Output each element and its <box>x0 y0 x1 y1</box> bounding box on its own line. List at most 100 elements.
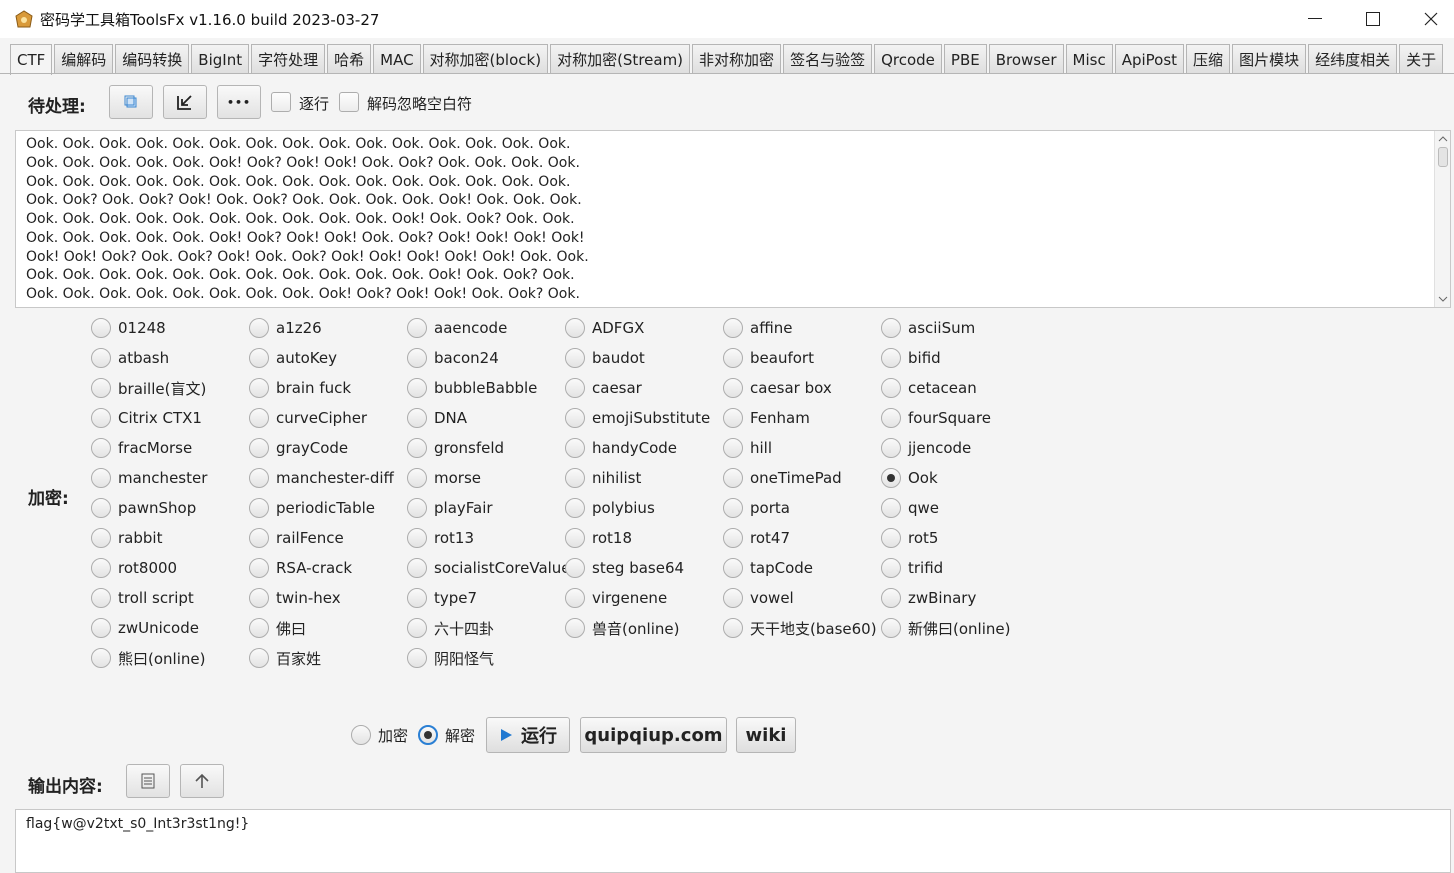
tab-symmetric-stream[interactable]: 对称加密(Stream) <box>550 44 691 74</box>
algorithm-option[interactable]: 佛曰 <box>249 617 306 639</box>
algorithm-option[interactable]: manchester-diff <box>249 467 394 489</box>
algorithm-option[interactable]: Fenham <box>723 407 810 429</box>
algorithm-radio[interactable] <box>407 348 427 368</box>
algorithm-radio[interactable] <box>407 648 427 668</box>
algorithm-radio[interactable] <box>249 618 269 638</box>
algorithm-radio[interactable] <box>565 438 585 458</box>
algorithm-option[interactable]: emojiSubstitute <box>565 407 710 429</box>
algorithm-radio[interactable] <box>881 348 901 368</box>
algorithm-radio[interactable] <box>249 648 269 668</box>
algorithm-radio[interactable] <box>249 558 269 578</box>
algorithm-radio[interactable] <box>407 378 427 398</box>
algorithm-option[interactable]: caesar box <box>723 377 832 399</box>
tab-encode-decode[interactable]: 编解码 <box>54 44 114 74</box>
decrypt-option[interactable]: 解密 <box>418 724 475 746</box>
input-scrollbar[interactable] <box>1434 131 1450 307</box>
algorithm-option[interactable]: aaencode <box>407 317 507 339</box>
algorithm-radio[interactable] <box>881 498 901 518</box>
algorithm-option[interactable]: 阴阳怪气 <box>407 647 494 669</box>
algorithm-option[interactable]: affine <box>723 317 792 339</box>
copy-button[interactable] <box>109 85 153 119</box>
algorithm-option[interactable]: beaufort <box>723 347 814 369</box>
algorithm-option[interactable]: rot5 <box>881 527 938 549</box>
algorithm-radio[interactable] <box>249 378 269 398</box>
algorithm-option[interactable]: DNA <box>407 407 467 429</box>
tab-encoding-convert[interactable]: 编码转换 <box>115 44 190 74</box>
algorithm-option[interactable]: 兽音(online) <box>565 617 679 639</box>
algorithm-option[interactable]: rabbit <box>91 527 162 549</box>
algorithm-option[interactable]: autoKey <box>249 347 337 369</box>
algorithm-option[interactable]: hill <box>723 437 772 459</box>
algorithm-radio[interactable] <box>723 318 743 338</box>
minimize-button[interactable] <box>1286 0 1344 38</box>
algorithm-radio[interactable] <box>723 438 743 458</box>
algorithm-radio[interactable] <box>91 558 111 578</box>
algorithm-option[interactable]: fracMorse <box>91 437 192 459</box>
algorithm-radio[interactable] <box>407 588 427 608</box>
tab-apipost[interactable]: ApiPost <box>1114 44 1185 74</box>
algorithm-radio[interactable] <box>565 408 585 428</box>
algorithm-option[interactable]: bubbleBabble <box>407 377 537 399</box>
algorithm-option[interactable]: cetacean <box>881 377 977 399</box>
algorithm-option[interactable]: virgenene <box>565 587 667 609</box>
algorithm-radio[interactable] <box>723 588 743 608</box>
tab-symmetric-block[interactable]: 对称加密(block) <box>422 44 549 74</box>
algorithm-radio[interactable] <box>407 498 427 518</box>
algorithm-option[interactable]: bifid <box>881 347 941 369</box>
algorithm-radio[interactable] <box>407 408 427 428</box>
algorithm-radio[interactable] <box>881 468 901 488</box>
more-button[interactable]: ••• <box>217 85 261 119</box>
algorithm-option[interactable]: 熊曰(online) <box>91 647 205 669</box>
algorithm-option[interactable]: Ook <box>881 467 938 489</box>
algorithm-option[interactable]: 新佛曰(online) <box>881 617 1010 639</box>
algorithm-radio[interactable] <box>407 618 427 638</box>
algorithm-radio[interactable] <box>881 618 901 638</box>
algorithm-option[interactable]: zwBinary <box>881 587 976 609</box>
maximize-button[interactable] <box>1344 0 1402 38</box>
algorithm-radio[interactable] <box>249 318 269 338</box>
algorithm-radio[interactable] <box>91 348 111 368</box>
algorithm-option[interactable]: ADFGX <box>565 317 644 339</box>
copy-output-button[interactable] <box>126 764 170 798</box>
tab-ctf[interactable]: CTF <box>10 44 53 75</box>
tab-string-process[interactable]: 字符处理 <box>251 44 326 74</box>
scroll-down-icon[interactable] <box>1435 293 1451 305</box>
algorithm-option[interactable]: polybius <box>565 497 655 519</box>
tab-browser[interactable]: Browser <box>988 44 1064 74</box>
algorithm-radio[interactable] <box>881 528 901 548</box>
algorithm-radio[interactable] <box>881 378 901 398</box>
close-button[interactable] <box>1402 0 1454 38</box>
algorithm-option[interactable]: twin-hex <box>249 587 341 609</box>
algorithm-option[interactable]: asciiSum <box>881 317 975 339</box>
algorithm-option[interactable]: rot13 <box>407 527 474 549</box>
algorithm-radio[interactable] <box>407 558 427 578</box>
algorithm-option[interactable]: rot47 <box>723 527 790 549</box>
algorithm-radio[interactable] <box>91 438 111 458</box>
input-textarea[interactable]: Ook. Ook. Ook. Ook. Ook. Ook. Ook. Ook. … <box>15 130 1451 308</box>
algorithm-radio[interactable] <box>91 378 111 398</box>
algorithm-radio[interactable] <box>249 498 269 518</box>
tab-hash[interactable]: 哈希 <box>327 44 372 74</box>
algorithm-radio[interactable] <box>407 318 427 338</box>
scrollbar-thumb[interactable] <box>1438 147 1448 167</box>
encrypt-option[interactable]: 加密 <box>351 724 408 746</box>
run-button[interactable]: 运行 <box>486 717 570 753</box>
algorithm-option[interactable]: atbash <box>91 347 169 369</box>
tab-pbe[interactable]: PBE <box>943 44 987 74</box>
tab-asymmetric[interactable]: 非对称加密 <box>692 44 782 74</box>
algorithm-option[interactable]: trifid <box>881 557 943 579</box>
algorithm-option[interactable]: periodicTable <box>249 497 375 519</box>
output-textarea[interactable]: flag{w@v2txt_s0_Int3r3st1ng!} <box>15 809 1451 873</box>
algorithm-option[interactable]: jjencode <box>881 437 971 459</box>
algorithm-radio[interactable] <box>881 408 901 428</box>
wiki-button[interactable]: wiki <box>736 717 796 753</box>
algorithm-radio[interactable] <box>565 588 585 608</box>
algorithm-radio[interactable] <box>407 468 427 488</box>
line-by-line-checkbox[interactable] <box>271 92 291 112</box>
algorithm-option[interactable]: a1z26 <box>249 317 322 339</box>
algorithm-radio[interactable] <box>249 468 269 488</box>
tab-signature[interactable]: 签名与验签 <box>783 44 873 74</box>
ignore-whitespace-checkbox[interactable] <box>339 92 359 112</box>
algorithm-option[interactable]: curveCipher <box>249 407 367 429</box>
quipqiup-button[interactable]: quipqiup.com <box>580 717 727 753</box>
